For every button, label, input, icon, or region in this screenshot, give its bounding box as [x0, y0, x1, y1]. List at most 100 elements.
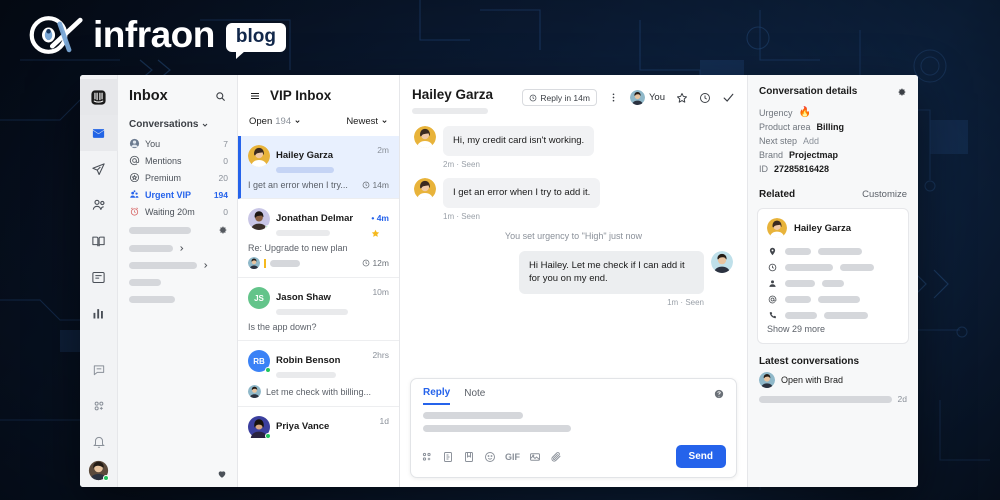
- rail-apps-icon[interactable]: [80, 388, 118, 424]
- assignee-label: You: [648, 92, 665, 103]
- latest-title: Latest conversations: [759, 356, 860, 367]
- sidebar-item-waiting[interactable]: Waiting 20m 0: [118, 203, 237, 220]
- sidebar-placeholder-row: [118, 220, 237, 240]
- avatar: [767, 218, 787, 238]
- sidebar-item-you[interactable]: You 7: [118, 135, 237, 152]
- rail-knowledge-icon[interactable]: [80, 223, 118, 259]
- conversation-name: Robin Benson: [276, 355, 341, 366]
- conversation-item-jonathan-delmar[interactable]: Jonathan Delmar • 4m Re: Upgrade to new …: [238, 199, 399, 278]
- assignee-control[interactable]: You: [629, 90, 665, 105]
- attribute-next-step[interactable]: Next step Add: [748, 134, 918, 148]
- tab-note[interactable]: Note: [464, 388, 485, 404]
- clock-icon: [529, 94, 537, 101]
- attachment-icon[interactable]: [550, 451, 562, 463]
- message-meta: 2m · Seen: [443, 159, 480, 169]
- conversation-item-hailey-garza[interactable]: Hailey Garza 2m I get an error when I tr…: [238, 136, 399, 199]
- message-meta: 1m · Seen: [667, 298, 704, 308]
- gear-icon[interactable]: [218, 225, 228, 235]
- location-pin-icon: [767, 247, 778, 256]
- attribute-value: 27285816428: [774, 164, 830, 174]
- placeholder-bar: [276, 372, 336, 378]
- placeholder-bar: [129, 226, 191, 234]
- page-title: Hailey Garza: [412, 87, 494, 102]
- image-icon[interactable]: [529, 451, 541, 463]
- snooze-clock-icon[interactable]: [699, 92, 711, 104]
- rail-notifications-icon[interactable]: [80, 424, 118, 460]
- sidebar-item-urgent-vip[interactable]: Urgent VIP 194: [118, 186, 237, 203]
- sidebar-title: Inbox: [129, 88, 168, 104]
- conversation-sla: 14m: [362, 180, 389, 190]
- system-event: You set urgency to "High" just now: [504, 230, 643, 241]
- send-button[interactable]: Send: [675, 445, 726, 468]
- composer-draft[interactable]: [411, 405, 736, 440]
- placeholder-bar: [129, 245, 173, 252]
- sidebar-header: Inbox: [118, 75, 237, 115]
- rail-inbox-icon[interactable]: [80, 115, 118, 151]
- placeholder-bar: [276, 230, 330, 236]
- sidebar-item-mentions[interactable]: Mentions 0: [118, 152, 237, 169]
- placeholder-bar: [129, 296, 175, 303]
- message-bubble: I get an error when I try to add it.: [443, 177, 601, 208]
- contact-field-email: [767, 295, 899, 304]
- avatar: [711, 250, 733, 273]
- tab-reply[interactable]: Reply: [423, 387, 451, 405]
- sort-filter[interactable]: Newest: [346, 116, 388, 127]
- list-filters: Open 194 Newest: [238, 114, 399, 136]
- inbox-sidebar: Inbox Conversations You 7 Mentions 0 Pre…: [118, 75, 238, 487]
- attribute-product-area[interactable]: Product area Billing: [748, 120, 918, 134]
- vip-people-icon: [129, 189, 140, 200]
- close-conversation-check-icon[interactable]: [722, 91, 735, 104]
- rail-outbound-icon[interactable]: [80, 151, 118, 187]
- latest-conversation-item[interactable]: Open with Brad: [748, 372, 918, 388]
- contact-name: Hailey Garza: [794, 222, 852, 234]
- attribute-id[interactable]: ID 27285816428: [748, 162, 918, 176]
- kebab-menu-icon[interactable]: [608, 92, 619, 103]
- sidebar-placeholder-row: [118, 274, 237, 291]
- avatar: [759, 372, 775, 388]
- rail-user-avatar[interactable]: [88, 460, 109, 481]
- sidebar-section-conversations[interactable]: Conversations: [118, 115, 237, 135]
- avatar: RB: [248, 350, 271, 373]
- details-header: Conversation details: [748, 75, 918, 105]
- placeholder-bar: [276, 167, 334, 173]
- conversation-item-robin-benson[interactable]: RB Robin Benson 2hrs Let me check with b…: [238, 341, 399, 407]
- reply-sla-badge: Reply in 14m: [522, 89, 597, 106]
- star-icon[interactable]: [371, 229, 389, 238]
- sidebar-item-count: 194: [213, 189, 228, 200]
- emoji-icon[interactable]: [484, 451, 496, 463]
- brand-name: infraon: [93, 14, 215, 55]
- saved-reply-icon[interactable]: [463, 451, 475, 463]
- show-more-link[interactable]: Show 29 more: [767, 324, 899, 334]
- message-inbound: I get an error when I try to add it.: [414, 177, 733, 208]
- message-inbound: Hi, my credit card isn't working.: [414, 126, 733, 156]
- conversation-item-priya-vance[interactable]: Priya Vance 1d: [238, 407, 399, 446]
- heart-icon[interactable]: [217, 469, 227, 479]
- rail-contacts-icon[interactable]: [80, 187, 118, 223]
- shortcuts-icon[interactable]: [421, 451, 433, 463]
- sidebar-item-premium[interactable]: Premium 20: [118, 169, 237, 186]
- placeholder-bar: [785, 264, 833, 271]
- conversation-item-jason-shaw[interactable]: JS Jason Shaw 10m Is the app down?: [238, 278, 399, 341]
- placeholder-bar: [423, 425, 571, 432]
- search-icon[interactable]: [215, 91, 226, 102]
- sidebar-item-label: Premium: [145, 172, 182, 183]
- customize-button[interactable]: Customize: [862, 189, 907, 200]
- chevron-right-icon: [180, 246, 184, 251]
- article-icon[interactable]: [442, 451, 454, 463]
- status-filter[interactable]: Open 194: [249, 116, 301, 127]
- clock-icon: [363, 259, 370, 267]
- attribute-urgency[interactable]: Urgency 🔥: [748, 105, 918, 120]
- hamburger-menu-icon[interactable]: [249, 90, 261, 102]
- attribute-brand[interactable]: Brand Projectmap: [748, 148, 918, 162]
- rail-messenger-icon[interactable]: [80, 352, 118, 388]
- rail-reports-icon[interactable]: [80, 295, 118, 331]
- star-icon[interactable]: [676, 92, 688, 104]
- rail-articles-icon[interactable]: [80, 259, 118, 295]
- gear-icon[interactable]: [897, 87, 907, 97]
- help-circle-icon[interactable]: [714, 389, 724, 404]
- workspace-logo-icon[interactable]: [80, 79, 118, 115]
- online-indicator: [265, 367, 271, 373]
- gif-icon[interactable]: GIF: [505, 452, 520, 462]
- avatar-icon: [129, 138, 140, 149]
- sidebar-placeholder-row: [118, 291, 237, 308]
